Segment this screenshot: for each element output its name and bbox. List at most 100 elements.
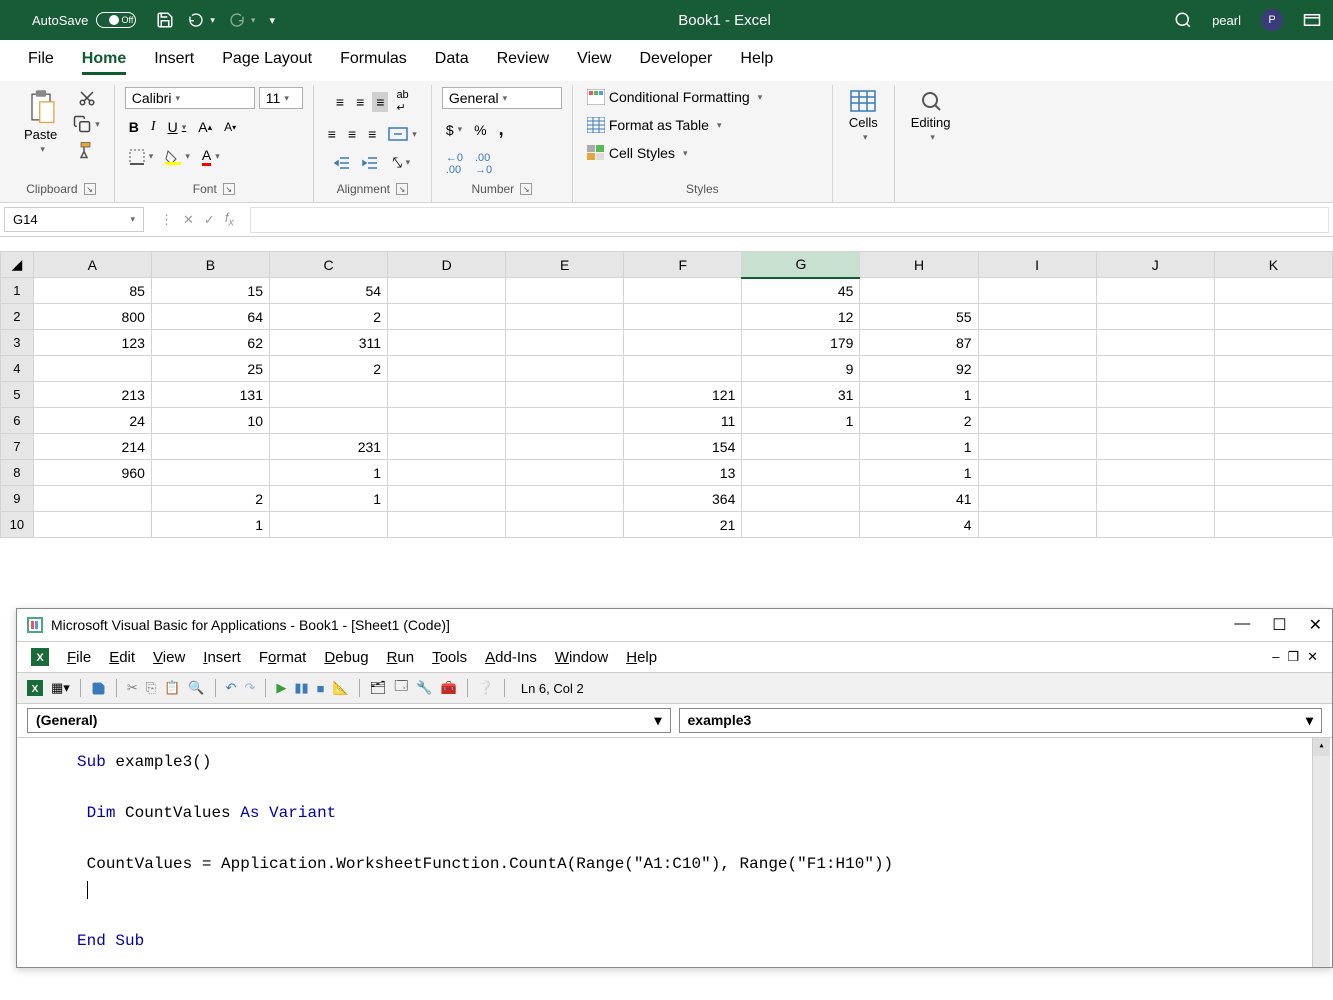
align-bottom-button[interactable]: ≡ [372, 92, 388, 112]
tab-review[interactable]: Review [497, 50, 549, 75]
editing-button[interactable]: Editing ▾ [905, 87, 957, 145]
cell-F9[interactable]: 364 [624, 486, 742, 512]
cell-A2[interactable]: 800 [33, 304, 151, 330]
tab-page-layout[interactable]: Page Layout [222, 50, 312, 75]
cell-A3[interactable]: 123 [33, 330, 151, 356]
italic-button[interactable]: I [147, 117, 160, 137]
redo-icon[interactable]: ▾ [229, 12, 256, 28]
column-header-K[interactable]: K [1214, 252, 1332, 278]
vba-design-icon[interactable]: 📐 [332, 680, 348, 696]
vba-menu-format[interactable]: Format [259, 649, 307, 666]
vba-run-icon[interactable]: ▶ [276, 680, 286, 696]
cell-D1[interactable] [388, 278, 506, 304]
cell-H10[interactable]: 4 [860, 512, 978, 538]
fx-icon[interactable]: fx [225, 210, 234, 229]
column-header-D[interactable]: D [388, 252, 506, 278]
maximize-icon[interactable]: ☐ [1272, 615, 1286, 635]
cell-B2[interactable]: 64 [151, 304, 269, 330]
vba-menu-tools[interactable]: Tools [432, 649, 467, 666]
cell-A9[interactable] [33, 486, 151, 512]
cell-B1[interactable]: 15 [151, 278, 269, 304]
dialog-launcher-icon[interactable]: ↘ [223, 183, 235, 195]
cell-B7[interactable] [151, 434, 269, 460]
column-header-F[interactable]: F [624, 252, 742, 278]
fill-color-button[interactable]: ▾ [161, 147, 194, 167]
cell-D4[interactable] [388, 356, 506, 382]
cell-E8[interactable] [506, 460, 624, 486]
vba-save-icon[interactable] [91, 681, 106, 696]
minimize-icon[interactable]: — [1234, 615, 1250, 635]
cell-H8[interactable]: 1 [860, 460, 978, 486]
increase-decimal-button[interactable]: ←0.00 [442, 150, 467, 178]
cell-C8[interactable]: 1 [269, 460, 387, 486]
accounting-button[interactable]: $▾ [442, 120, 466, 140]
cell-F3[interactable] [624, 330, 742, 356]
conditional-formatting-button[interactable]: Conditional Formatting▾ [583, 87, 766, 107]
cell-J6[interactable] [1096, 408, 1214, 434]
align-middle-button[interactable]: ≡ [352, 92, 368, 112]
cell-F10[interactable]: 21 [624, 512, 742, 538]
cell-C3[interactable]: 311 [269, 330, 387, 356]
row-header[interactable]: 7 [1, 434, 34, 460]
vba-menu-help[interactable]: Help [626, 649, 657, 666]
vba-project-icon[interactable]: 🗂 [370, 680, 387, 696]
cell-G2[interactable]: 12 [742, 304, 860, 330]
cell-K1[interactable] [1214, 278, 1332, 304]
cell-B3[interactable]: 62 [151, 330, 269, 356]
cell-F6[interactable]: 11 [624, 408, 742, 434]
cell-H6[interactable]: 2 [860, 408, 978, 434]
undo-icon[interactable]: ▾ [188, 12, 215, 28]
vba-break-icon[interactable]: ▮▮ [294, 680, 308, 696]
column-header-G[interactable]: G [742, 252, 860, 278]
column-header-J[interactable]: J [1096, 252, 1214, 278]
row-header[interactable]: 5 [1, 382, 34, 408]
row-header[interactable]: 3 [1, 330, 34, 356]
cell-A1[interactable]: 85 [33, 278, 151, 304]
cell-E3[interactable] [506, 330, 624, 356]
tab-developer[interactable]: Developer [639, 50, 712, 75]
cell-K5[interactable] [1214, 382, 1332, 408]
cell-D10[interactable] [388, 512, 506, 538]
cell-C4[interactable]: 2 [269, 356, 387, 382]
scroll-up-icon[interactable]: ▴ [1313, 738, 1330, 756]
copy-button[interactable]: ▾ [69, 113, 104, 135]
vba-object-select[interactable]: (General)▾ [27, 708, 671, 733]
cell-H9[interactable]: 41 [860, 486, 978, 512]
vba-menu-insert[interactable]: Insert [203, 649, 241, 666]
cell-A6[interactable]: 24 [33, 408, 151, 434]
vba-help-icon[interactable]: ❔ [478, 680, 494, 696]
select-all-corner[interactable]: ◢ [1, 252, 34, 278]
cell-H1[interactable] [860, 278, 978, 304]
vba-undo-icon[interactable]: ↶ [226, 680, 237, 696]
cell-C9[interactable]: 1 [269, 486, 387, 512]
enter-formula-icon[interactable]: ✓ [204, 212, 215, 228]
cell-E5[interactable] [506, 382, 624, 408]
cell-K2[interactable] [1214, 304, 1332, 330]
cell-J3[interactable] [1096, 330, 1214, 356]
number-format-select[interactable]: General▾ [442, 87, 562, 109]
increase-font-button[interactable]: A▴ [194, 117, 216, 137]
dialog-launcher-icon[interactable]: ↘ [520, 183, 532, 195]
merge-center-button[interactable]: ▾ [384, 125, 421, 143]
cell-E9[interactable] [506, 486, 624, 512]
cell-K6[interactable] [1214, 408, 1332, 434]
cell-G4[interactable]: 9 [742, 356, 860, 382]
formula-input[interactable] [250, 207, 1329, 233]
cell-B10[interactable]: 1 [151, 512, 269, 538]
cell-H7[interactable]: 1 [860, 434, 978, 460]
mdi-restore-icon[interactable]: ❐ [1287, 649, 1299, 665]
vba-redo-icon[interactable]: ↷ [244, 680, 255, 696]
save-icon[interactable] [156, 11, 174, 29]
format-painter-button[interactable] [74, 139, 100, 161]
tab-file[interactable]: File [28, 50, 54, 75]
borders-button[interactable]: ▾ [125, 147, 158, 167]
wrap-text-button[interactable]: ab↵ [392, 87, 412, 116]
cell-A5[interactable]: 213 [33, 382, 151, 408]
cell-D9[interactable] [388, 486, 506, 512]
cell-K3[interactable] [1214, 330, 1332, 356]
cell-A8[interactable]: 960 [33, 460, 151, 486]
cell-K10[interactable] [1214, 512, 1332, 538]
mdi-close-icon[interactable]: ✕ [1307, 649, 1318, 665]
bold-button[interactable]: B [125, 117, 143, 137]
cell-B5[interactable]: 131 [151, 382, 269, 408]
